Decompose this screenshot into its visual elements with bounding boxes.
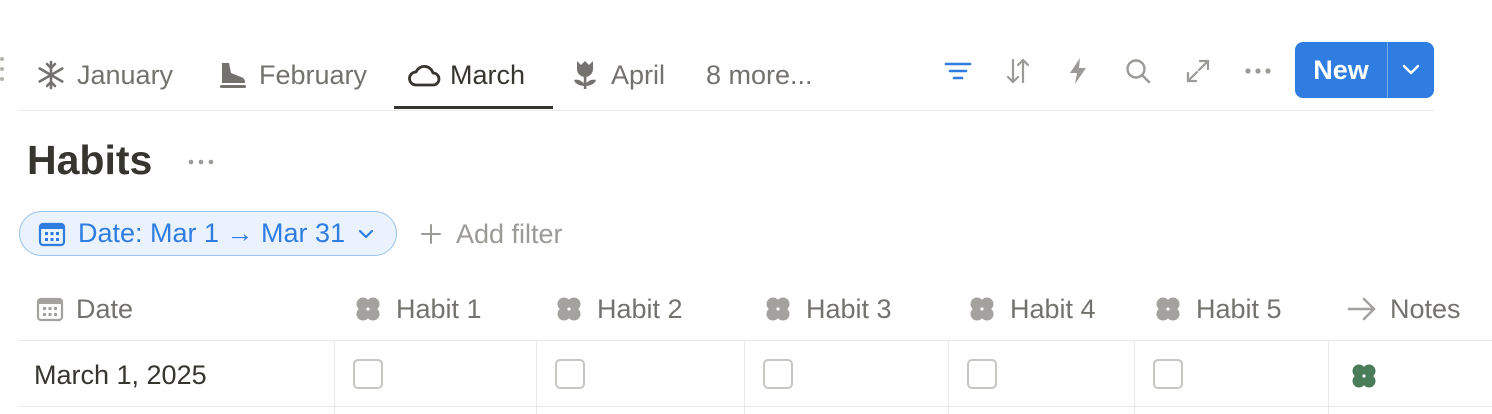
- drag-handle[interactable]: [0, 55, 6, 85]
- expand-icon: [1186, 59, 1210, 83]
- habit-4-checkbox[interactable]: [967, 359, 997, 389]
- tab-label: April: [611, 59, 666, 90]
- tab-more-label: 8 more...: [706, 59, 813, 90]
- clover-icon: [557, 297, 581, 321]
- column-divider: [744, 341, 745, 414]
- sort-button[interactable]: [1001, 54, 1035, 88]
- lightning-icon: [1070, 58, 1086, 84]
- active-tab-indicator: [394, 106, 553, 109]
- column-header-label: Habit 1: [396, 293, 482, 324]
- sort-icon: [1006, 58, 1030, 84]
- column-header-label: Habit 3: [806, 293, 892, 324]
- search-icon: [1126, 59, 1151, 84]
- column-divider: [334, 341, 335, 414]
- column-header-label: Habit 2: [597, 293, 683, 324]
- filter-icon: [944, 62, 972, 80]
- tulip-icon: [568, 58, 602, 92]
- notes-cell[interactable]: [1348, 360, 1380, 392]
- add-filter-button[interactable]: Add filter: [420, 214, 563, 254]
- new-dropdown-button[interactable]: [1388, 42, 1434, 98]
- column-divider: [536, 341, 537, 414]
- column-header-label: Habit 5: [1196, 293, 1282, 324]
- new-button-group: New: [1295, 42, 1434, 98]
- chevron-down-icon: [1402, 64, 1420, 75]
- habit-5-checkbox[interactable]: [1153, 359, 1183, 389]
- column-header-habit-2[interactable]: Habit 2: [553, 278, 683, 340]
- habit-2-checkbox[interactable]: [555, 359, 585, 389]
- cloud-icon: [407, 58, 441, 92]
- plus-icon: [421, 224, 441, 244]
- ice-skate-icon: [216, 58, 250, 92]
- date-filter-chip[interactable]: Date: Mar 1 → Mar 31: [19, 211, 397, 256]
- tab-february[interactable]: February: [216, 42, 367, 108]
- view-tabs: January February March April 8 more...: [18, 42, 1434, 110]
- tab-more[interactable]: 8 more...: [706, 42, 813, 108]
- column-header-notes[interactable]: Notes: [1346, 278, 1461, 340]
- tab-label: January: [77, 59, 174, 90]
- column-header-habit-3[interactable]: Habit 3: [762, 278, 892, 340]
- column-header-habit-4[interactable]: Habit 4: [966, 278, 1096, 340]
- snowflake-icon: [34, 58, 68, 92]
- filter-button[interactable]: [941, 54, 975, 88]
- column-header-label: Date: [76, 293, 134, 324]
- calendar-icon: [36, 297, 64, 322]
- clover-icon: [356, 297, 380, 321]
- title-more-button[interactable]: [185, 147, 217, 177]
- row-divider: [18, 406, 1492, 407]
- tab-january[interactable]: January: [34, 42, 173, 108]
- filter-chip-label: Date: Mar 1 → Mar 31: [78, 218, 346, 248]
- arrow-right-icon: [1347, 297, 1376, 321]
- clover-icon: [1352, 364, 1376, 388]
- column-divider: [1134, 341, 1135, 414]
- tabs-divider: [18, 110, 1434, 111]
- table-header: Date Habit 1 Habit 2 Habit 3 Habit 4 Hab…: [18, 278, 1492, 340]
- search-button[interactable]: [1121, 54, 1155, 88]
- more-icon: [188, 159, 214, 165]
- more-options-button[interactable]: [1241, 54, 1275, 88]
- chevron-down-icon: [358, 229, 374, 238]
- date-cell[interactable]: March 1, 2025: [34, 355, 207, 395]
- tab-april[interactable]: April: [568, 42, 665, 108]
- clover-icon: [970, 297, 994, 321]
- expand-button[interactable]: [1181, 54, 1215, 88]
- clover-icon: [766, 297, 790, 321]
- habit-1-checkbox[interactable]: [353, 359, 383, 389]
- clover-icon: [1156, 297, 1180, 321]
- column-header-date[interactable]: Date: [36, 278, 133, 340]
- tab-march[interactable]: March: [407, 42, 525, 108]
- column-header-habit-1[interactable]: Habit 1: [352, 278, 482, 340]
- tab-label: February: [259, 59, 368, 90]
- column-header-label: Habit 4: [1010, 293, 1096, 324]
- column-header-label: Notes: [1390, 293, 1461, 324]
- column-divider: [1328, 341, 1329, 414]
- column-header-habit-5[interactable]: Habit 5: [1152, 278, 1282, 340]
- tab-label: March: [450, 59, 526, 90]
- column-divider: [948, 341, 949, 414]
- habit-3-checkbox[interactable]: [763, 359, 793, 389]
- calendar-icon: [38, 222, 66, 246]
- add-filter-label: Add filter: [456, 218, 563, 249]
- new-button[interactable]: New: [1295, 42, 1387, 98]
- automations-button[interactable]: [1061, 54, 1095, 88]
- more-icon: [1245, 68, 1271, 74]
- header-divider: [18, 340, 1492, 341]
- database-title[interactable]: Habits: [27, 137, 152, 184]
